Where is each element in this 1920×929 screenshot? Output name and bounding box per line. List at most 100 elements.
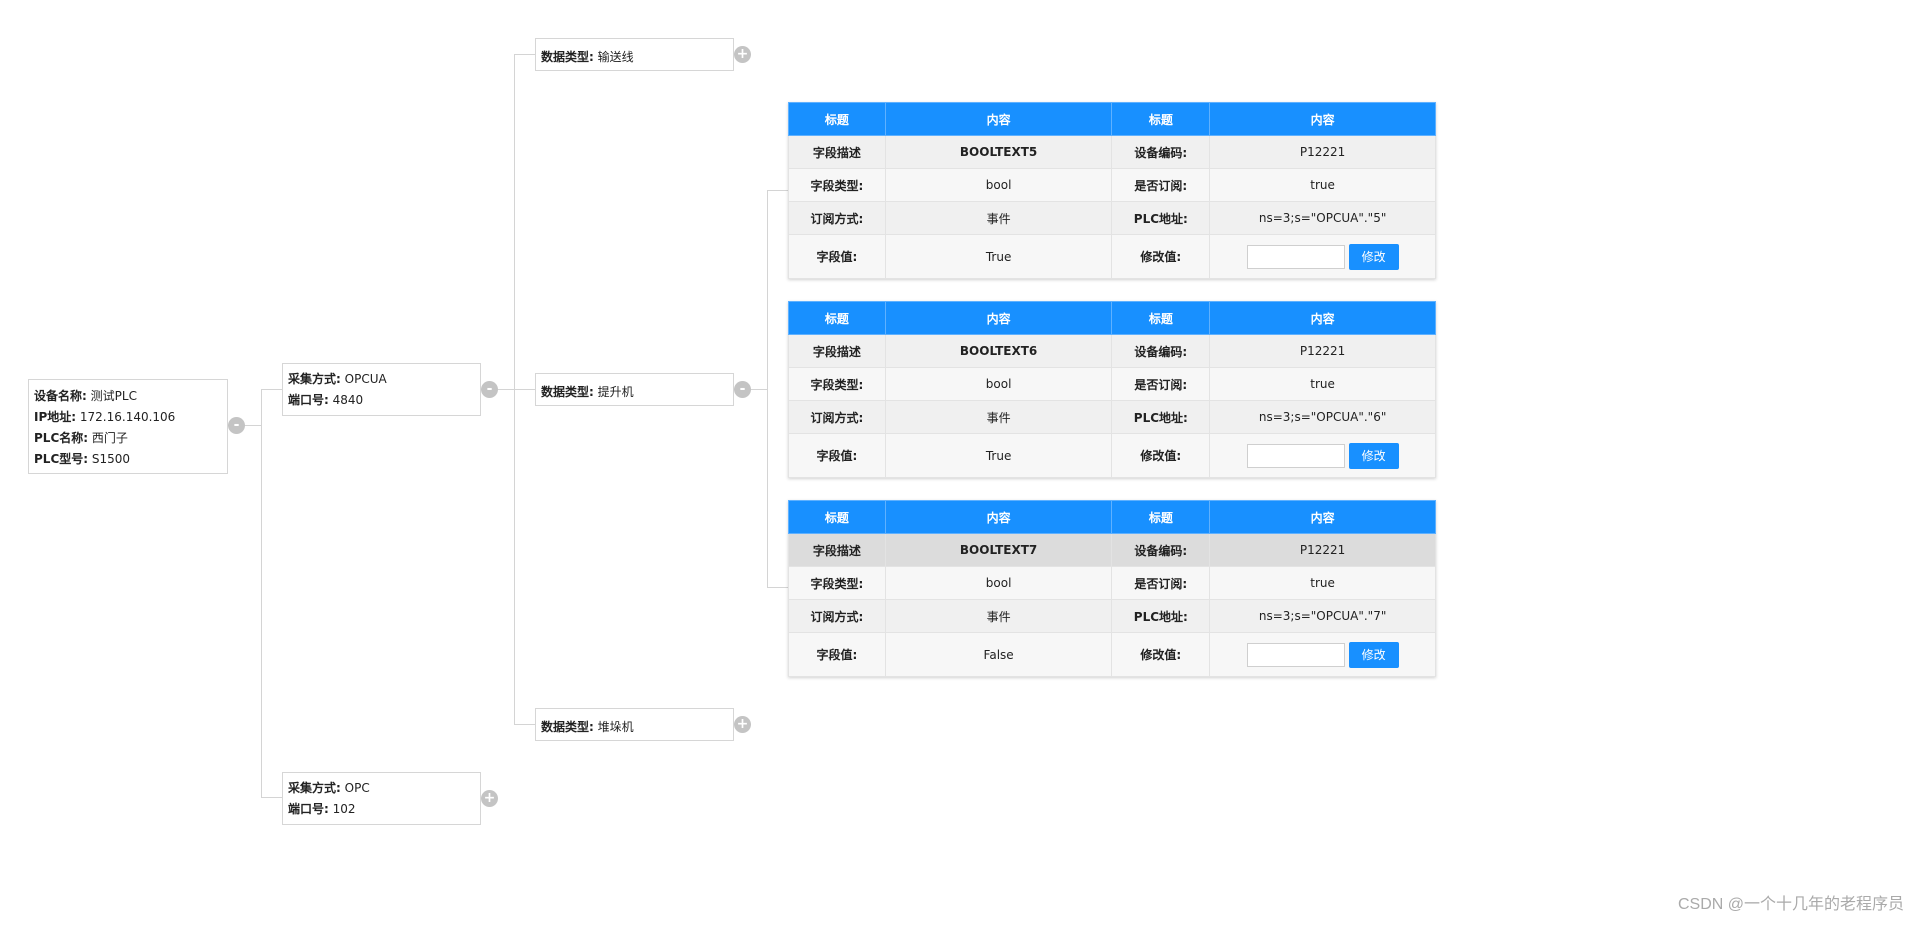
field-label: 字段值:	[788, 234, 886, 279]
field-label: 字段值:	[788, 632, 886, 677]
header-title: 标题	[788, 301, 886, 335]
device-node[interactable]: 设备名称: 测试PLC IP地址: 172.16.140.106 PLC名称: …	[28, 379, 228, 474]
table-row: 订阅方式: 事件 PLC地址: ns=3;s="OPCUA"."5"	[788, 201, 1436, 235]
connector	[514, 54, 535, 55]
header-title: 标题	[788, 102, 886, 136]
connector	[767, 190, 768, 588]
field-label: 设备编码:	[1111, 533, 1211, 567]
collection-node-opc[interactable]: 采集方式: OPC 端口号: 102	[282, 772, 481, 825]
plc-model-label: PLC型号:	[34, 452, 89, 466]
table-row: 字段类型: bool 是否订阅: true	[788, 566, 1436, 600]
data-type-node-conveyor[interactable]: 数据类型: 输送线	[535, 38, 734, 71]
method-label: 采集方式:	[288, 372, 341, 386]
field-label: 是否订阅:	[1111, 367, 1211, 401]
field-value: P12221	[1209, 334, 1436, 368]
table-row: 字段描述 BOOLTEXT6 设备编码: P12221	[788, 334, 1436, 368]
port-label: 端口号:	[288, 393, 329, 407]
field-value: P12221	[1209, 135, 1436, 169]
header-content: 内容	[1209, 102, 1436, 136]
port-label: 端口号:	[288, 802, 329, 816]
collapse-toggle-icon[interactable]: -	[481, 381, 498, 398]
header-title: 标题	[1111, 301, 1211, 335]
connector	[767, 587, 788, 588]
connector	[261, 389, 262, 798]
collapse-toggle-icon[interactable]: -	[734, 381, 751, 398]
edit-cell: 修改	[1209, 632, 1436, 677]
field-value: true	[1209, 566, 1436, 600]
plc-name-label: PLC名称:	[34, 431, 89, 445]
field-label: 字段描述	[788, 533, 886, 567]
field-value: ns=3;s="OPCUA"."6"	[1209, 400, 1436, 434]
expand-toggle-icon[interactable]: +	[734, 46, 751, 63]
field-value: P12221	[1209, 533, 1436, 567]
port-value: 4840	[332, 393, 364, 407]
field-label: 订阅方式:	[788, 599, 886, 633]
field-label: 字段值:	[788, 433, 886, 478]
port-value: 102	[332, 802, 356, 816]
table-row: 字段值: True 修改值: 修改	[788, 433, 1436, 478]
field-label: 设备编码:	[1111, 334, 1211, 368]
modify-button[interactable]: 修改	[1348, 641, 1399, 668]
header-content: 内容	[1209, 301, 1436, 335]
field-label: 修改值:	[1111, 632, 1211, 677]
field-value: ns=3;s="OPCUA"."5"	[1209, 201, 1436, 235]
modify-button[interactable]: 修改	[1348, 442, 1399, 469]
device-name-label: 设备名称:	[34, 389, 87, 403]
table-header-row: 标题 内容 标题 内容	[788, 500, 1436, 534]
field-value: BOOLTEXT5	[884, 135, 1113, 169]
field-value: bool	[884, 566, 1113, 600]
edit-cell: 修改	[1209, 234, 1436, 279]
header-content: 内容	[884, 301, 1113, 335]
field-label: 字段类型:	[788, 566, 886, 600]
modify-value-input[interactable]	[1246, 443, 1345, 468]
field-value: true	[1209, 168, 1436, 202]
field-label: 字段描述	[788, 135, 886, 169]
data-type-label: 数据类型:	[541, 385, 594, 399]
table-row: 字段值: True 修改值: 修改	[788, 234, 1436, 279]
table-row: 字段值: False 修改值: 修改	[788, 632, 1436, 677]
modify-value-input[interactable]	[1246, 642, 1345, 667]
plc-model: S1500	[91, 452, 131, 466]
field-current-value: True	[884, 433, 1113, 478]
field-label: 是否订阅:	[1111, 168, 1211, 202]
field-value: bool	[884, 367, 1113, 401]
table-row: 字段描述 BOOLTEXT5 设备编码: P12221	[788, 135, 1436, 169]
field-label: 设备编码:	[1111, 135, 1211, 169]
connector	[767, 190, 788, 191]
header-title: 标题	[1111, 102, 1211, 136]
expand-toggle-icon[interactable]: +	[481, 790, 498, 807]
field-label: PLC地址:	[1111, 599, 1211, 633]
field-current-value: False	[884, 632, 1113, 677]
collection-node-opcua[interactable]: 采集方式: OPCUA 端口号: 4840	[282, 363, 481, 416]
data-type-label: 数据类型:	[541, 50, 594, 64]
data-type-label: 数据类型:	[541, 720, 594, 734]
field-table: 标题 内容 标题 内容 字段描述 BOOLTEXT6 设备编码: P12221 …	[788, 301, 1436, 478]
modify-value-input[interactable]	[1246, 244, 1345, 269]
connector	[261, 797, 282, 798]
field-value: ns=3;s="OPCUA"."7"	[1209, 599, 1436, 633]
table-row: 字段描述 BOOLTEXT7 设备编码: P12221	[788, 533, 1436, 567]
data-type-node-stacker[interactable]: 数据类型: 堆垛机	[535, 708, 734, 741]
collapse-toggle-icon[interactable]: -	[228, 417, 245, 434]
field-label: PLC地址:	[1111, 400, 1211, 434]
field-label: 字段类型:	[788, 367, 886, 401]
header-content: 内容	[884, 500, 1113, 534]
data-type-node-elevator[interactable]: 数据类型: 提升机	[535, 373, 734, 406]
table-header-row: 标题 内容 标题 内容	[788, 301, 1436, 335]
field-label: PLC地址:	[1111, 201, 1211, 235]
data-type-value: 提升机	[597, 385, 634, 399]
field-label: 订阅方式:	[788, 201, 886, 235]
field-value: 事件	[884, 201, 1113, 235]
edit-cell: 修改	[1209, 433, 1436, 478]
table-header-row: 标题 内容 标题 内容	[788, 102, 1436, 136]
watermark: CSDN @一个十几年的老程序员	[1677, 896, 1904, 913]
field-value: BOOLTEXT6	[884, 334, 1113, 368]
connector	[514, 724, 535, 725]
expand-toggle-icon[interactable]: +	[734, 716, 751, 733]
table-row: 字段类型: bool 是否订阅: true	[788, 168, 1436, 202]
field-label: 修改值:	[1111, 234, 1211, 279]
field-label: 修改值:	[1111, 433, 1211, 478]
modify-button[interactable]: 修改	[1348, 243, 1399, 270]
method-label: 采集方式:	[288, 781, 341, 795]
connector	[261, 389, 282, 390]
